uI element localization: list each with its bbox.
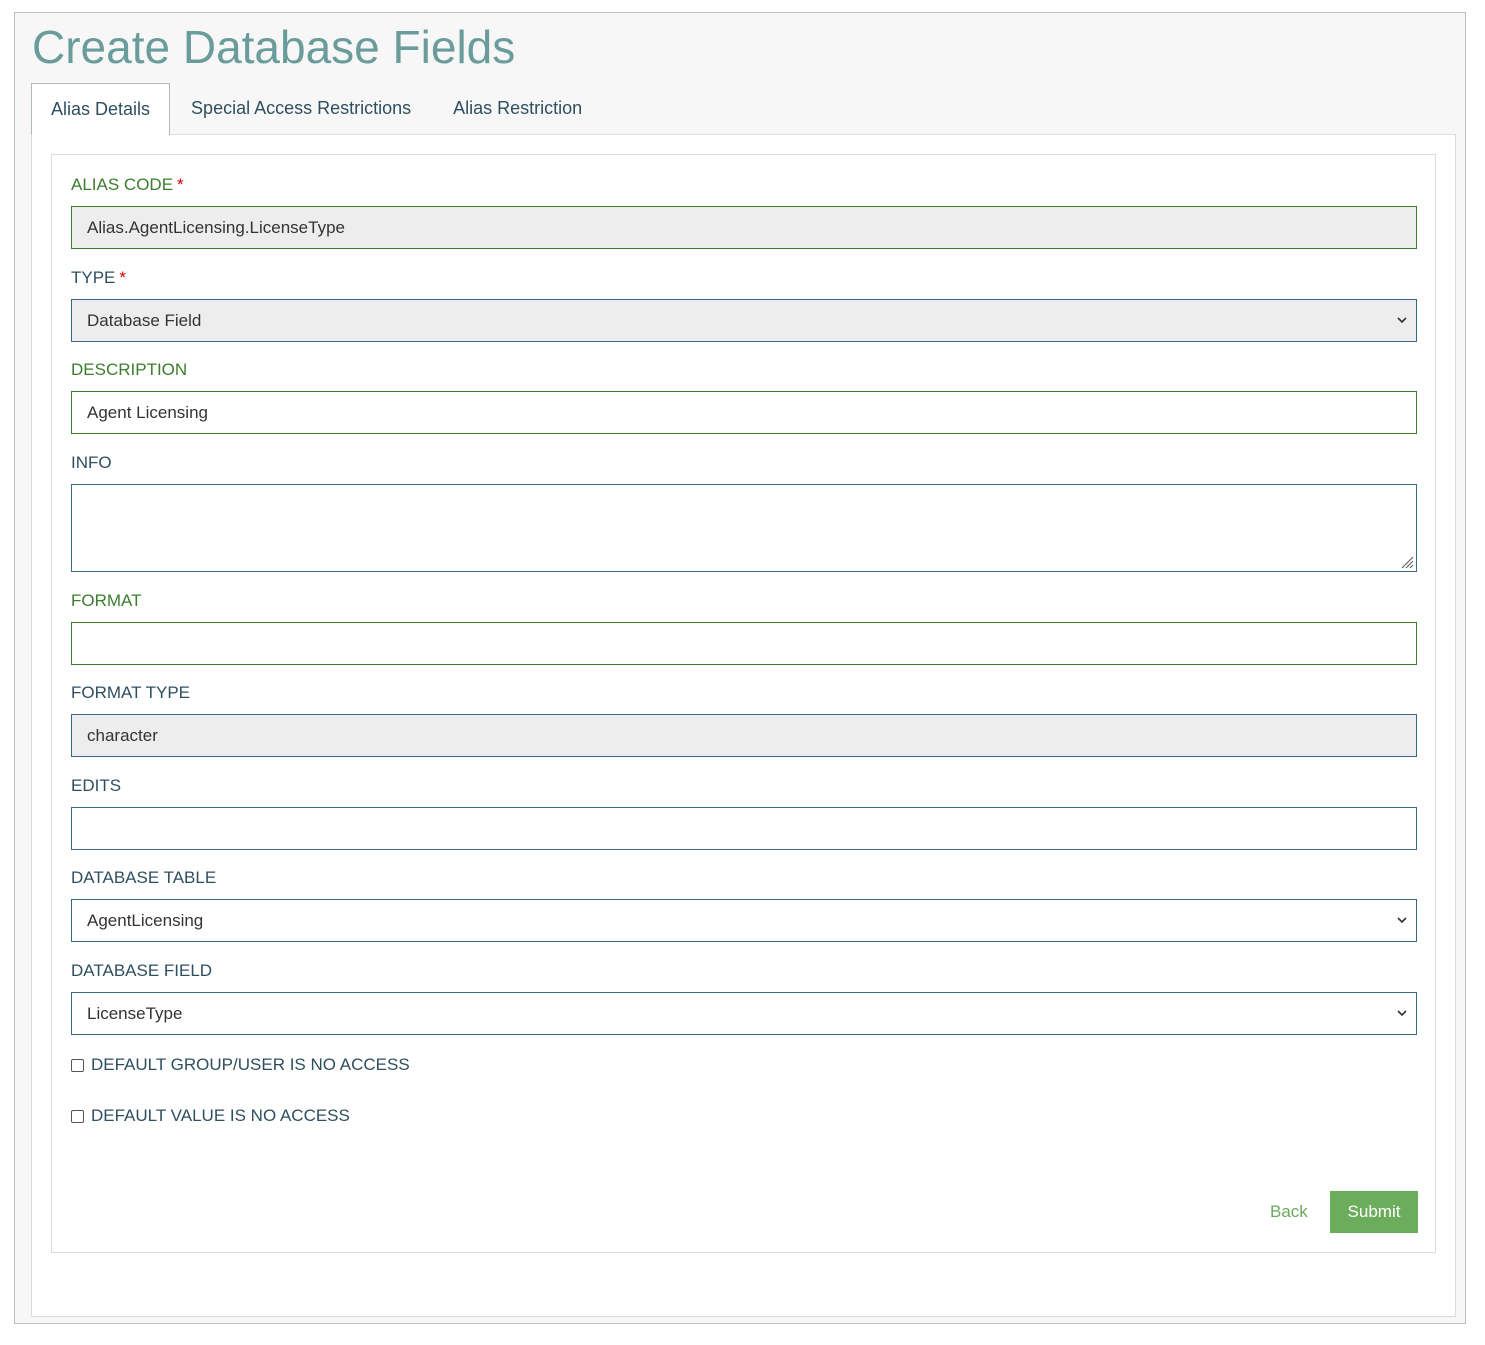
- alias-details-form: ALIAS CODE * Alias.AgentLicensing.License…: [51, 154, 1436, 1253]
- default-group-user-no-access-label[interactable]: DEFAULT GROUP/USER IS NO ACCESS: [91, 1055, 410, 1075]
- default-value-no-access-label[interactable]: DEFAULT VALUE IS NO ACCESS: [91, 1106, 350, 1126]
- type-label: TYPE *: [71, 268, 127, 287]
- format-field: FORMAT: [71, 591, 1417, 665]
- type-field: TYPE * Database Field: [71, 268, 1417, 342]
- edits-label: EDITS: [71, 776, 122, 795]
- required-mark: *: [119, 268, 127, 287]
- info-label: INFO: [71, 453, 112, 472]
- database-field-select-value: LicenseType: [87, 1004, 183, 1023]
- format-label: FORMAT: [71, 591, 142, 610]
- description-label: DESCRIPTION: [71, 360, 188, 379]
- database-table-select[interactable]: AgentLicensing: [71, 899, 1417, 942]
- default-value-no-access-row: DEFAULT VALUE IS NO ACCESS: [71, 1105, 350, 1127]
- database-table-select-value: AgentLicensing: [87, 911, 204, 930]
- alias-code-field: ALIAS CODE * Alias.AgentLicensing.License…: [71, 175, 1417, 249]
- tab-panel: ALIAS CODE * Alias.AgentLicensing.License…: [31, 134, 1456, 1317]
- tab-bar: Alias Details Special Access Restriction…: [31, 83, 603, 135]
- page-title: Create Database Fields: [32, 21, 516, 73]
- format-type-input[interactable]: character: [71, 714, 1417, 757]
- tab-alias-details[interactable]: Alias Details: [31, 83, 171, 135]
- alias-code-input[interactable]: Alias.AgentLicensing.LicenseType: [71, 206, 1417, 249]
- page-container: Create Database Fields Alias Details Spe…: [14, 12, 1466, 1324]
- back-link[interactable]: Back: [1270, 1191, 1308, 1233]
- database-field-select[interactable]: LicenseType: [71, 992, 1417, 1035]
- default-group-user-no-access-checkbox[interactable]: [71, 1058, 84, 1072]
- chevron-down-icon: [1397, 1010, 1407, 1017]
- type-select-value: Database Field: [87, 311, 202, 330]
- tab-alias-restriction[interactable]: Alias Restriction: [432, 83, 603, 134]
- database-field-field: DATABASE FIELD LicenseType: [71, 961, 1417, 1035]
- edits-input[interactable]: [71, 807, 1417, 850]
- edits-field: EDITS: [71, 776, 1417, 850]
- default-group-user-no-access-row: DEFAULT GROUP/USER IS NO ACCESS: [71, 1054, 410, 1076]
- tab-special-access-restrictions[interactable]: Special Access Restrictions: [170, 83, 432, 134]
- chevron-down-icon: [1397, 917, 1407, 924]
- info-field: INFO: [71, 453, 1417, 572]
- format-input[interactable]: [71, 622, 1417, 665]
- format-type-label: FORMAT TYPE: [71, 683, 191, 702]
- required-mark: *: [177, 175, 184, 194]
- info-textarea[interactable]: [71, 484, 1417, 572]
- description-input[interactable]: Agent Licensing: [71, 391, 1417, 434]
- description-field: DESCRIPTION Agent Licensing: [71, 360, 1417, 434]
- resize-grip-icon[interactable]: [1398, 553, 1414, 569]
- default-value-no-access-checkbox[interactable]: [71, 1109, 84, 1123]
- format-type-field: FORMAT TYPE character: [71, 683, 1417, 757]
- database-table-label: DATABASE TABLE: [71, 868, 217, 887]
- submit-button[interactable]: Submit: [1330, 1191, 1418, 1233]
- database-table-field: DATABASE TABLE AgentLicensing: [71, 868, 1417, 942]
- database-field-label: DATABASE FIELD: [71, 961, 213, 980]
- alias-code-label: ALIAS CODE *: [71, 175, 184, 194]
- type-select[interactable]: Database Field: [71, 299, 1417, 342]
- chevron-down-icon: [1397, 317, 1407, 324]
